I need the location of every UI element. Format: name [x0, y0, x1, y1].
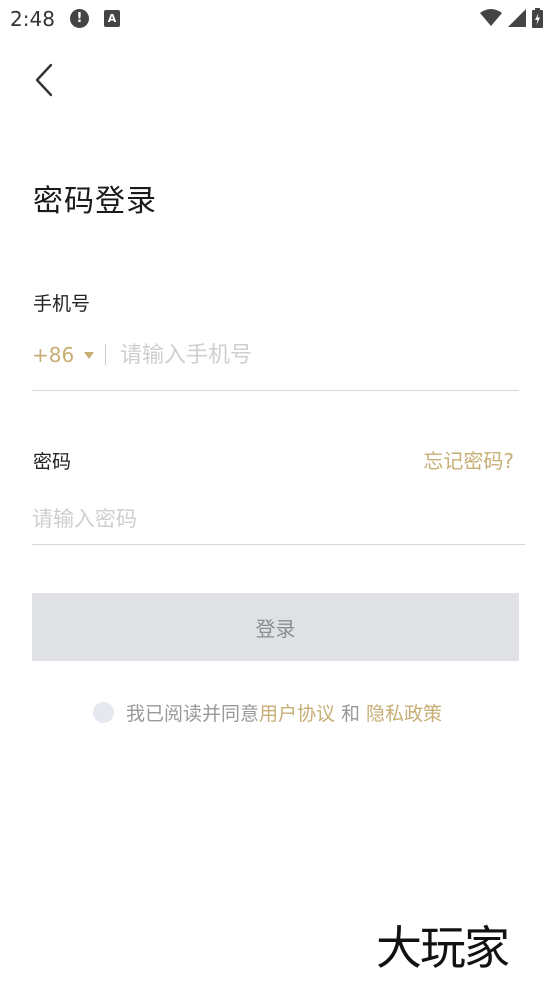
login-button[interactable]: 登录: [32, 593, 519, 661]
phone-input[interactable]: [120, 338, 510, 372]
alert-icon: !: [70, 9, 89, 28]
agreement-checkbox[interactable]: [93, 701, 114, 723]
agreement-conjunction: 和: [341, 702, 361, 725]
caret-down-icon: [84, 351, 95, 359]
field-divider: [105, 344, 106, 365]
status-icons: [480, 8, 543, 28]
password-input[interactable]: [32, 502, 512, 536]
phone-field-row: +86: [32, 332, 519, 391]
country-code-value: +86: [32, 343, 75, 367]
privacy-policy-link[interactable]: 隐私政策: [366, 699, 442, 726]
watermark-logo: 大玩家: [376, 921, 510, 975]
login-page: 2:48 ! A 密码登录 手机号 +86 请输入手机号 密码 忘记密码? 登录…: [0, 0, 551, 981]
back-button[interactable]: [26, 58, 66, 102]
phone-label: 手机号: [33, 293, 91, 315]
agreement-text: 我已阅读并同意: [126, 702, 260, 725]
battery-icon: [532, 8, 543, 28]
country-code-selector[interactable]: +86: [32, 342, 95, 368]
signal-icon: [508, 9, 526, 27]
keyboard-icon: A: [104, 10, 120, 27]
forgot-password-link[interactable]: 忘记密码?: [423, 445, 514, 474]
password-field-row: [32, 496, 525, 545]
page-title: 密码登录: [33, 184, 157, 219]
user-agreement-link[interactable]: 用户协议: [259, 699, 335, 726]
password-label: 密码: [33, 451, 72, 473]
agreement-row: 我已阅读并同意 用户协议 和 隐私政策: [93, 699, 442, 725]
wifi-icon: [480, 9, 502, 26]
status-time: 2:48: [10, 7, 55, 31]
status-bar: 2:48 ! A: [0, 0, 551, 36]
chevron-left-icon: [35, 63, 53, 97]
